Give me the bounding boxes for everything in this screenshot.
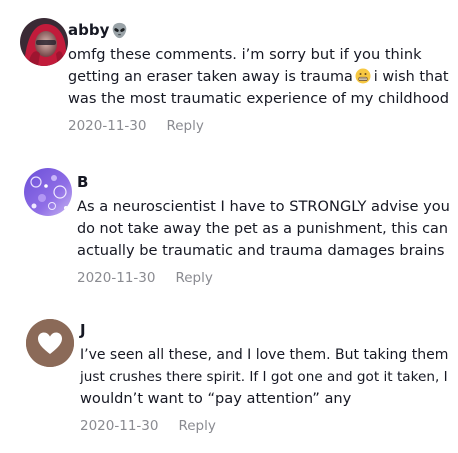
avatar[interactable] — [20, 18, 68, 66]
comment-text: I’ve seen all these, and I love them. Bu… — [80, 347, 449, 407]
username[interactable]: J — [80, 320, 450, 340]
comment-meta: 2020-11-30 Reply — [80, 417, 450, 435]
comment-item: abby omfg these comments. i’m sorry but … — [0, 0, 458, 150]
comment-date: 2020-11-30 — [80, 418, 159, 434]
alien-icon — [111, 22, 128, 39]
comment-text: omfg these comments. i’m sorry but if yo… — [68, 46, 450, 107]
comment-text: As a neuroscientist I have to STRONGLY a… — [77, 198, 450, 259]
comment-item: B As a neuroscientist I have to STRONGLY… — [0, 150, 458, 300]
reply-button[interactable]: Reply — [166, 117, 203, 135]
reply-button[interactable]: Reply — [175, 269, 212, 287]
avatar[interactable] — [26, 319, 74, 367]
grimacing-face-icon — [355, 68, 371, 84]
username[interactable]: B — [77, 172, 450, 192]
comment-meta: 2020-11-30 Reply — [68, 117, 450, 135]
username[interactable]: abby — [68, 20, 450, 40]
avatar[interactable] — [24, 168, 72, 216]
comment-date: 2020-11-30 — [77, 270, 156, 286]
comment-meta: 2020-11-30 Reply — [77, 269, 450, 287]
comment-item: J I’ve seen all these, and I love them. … — [0, 300, 458, 453]
comment-date: 2020-11-30 — [68, 118, 147, 134]
reply-button[interactable]: Reply — [178, 417, 215, 435]
